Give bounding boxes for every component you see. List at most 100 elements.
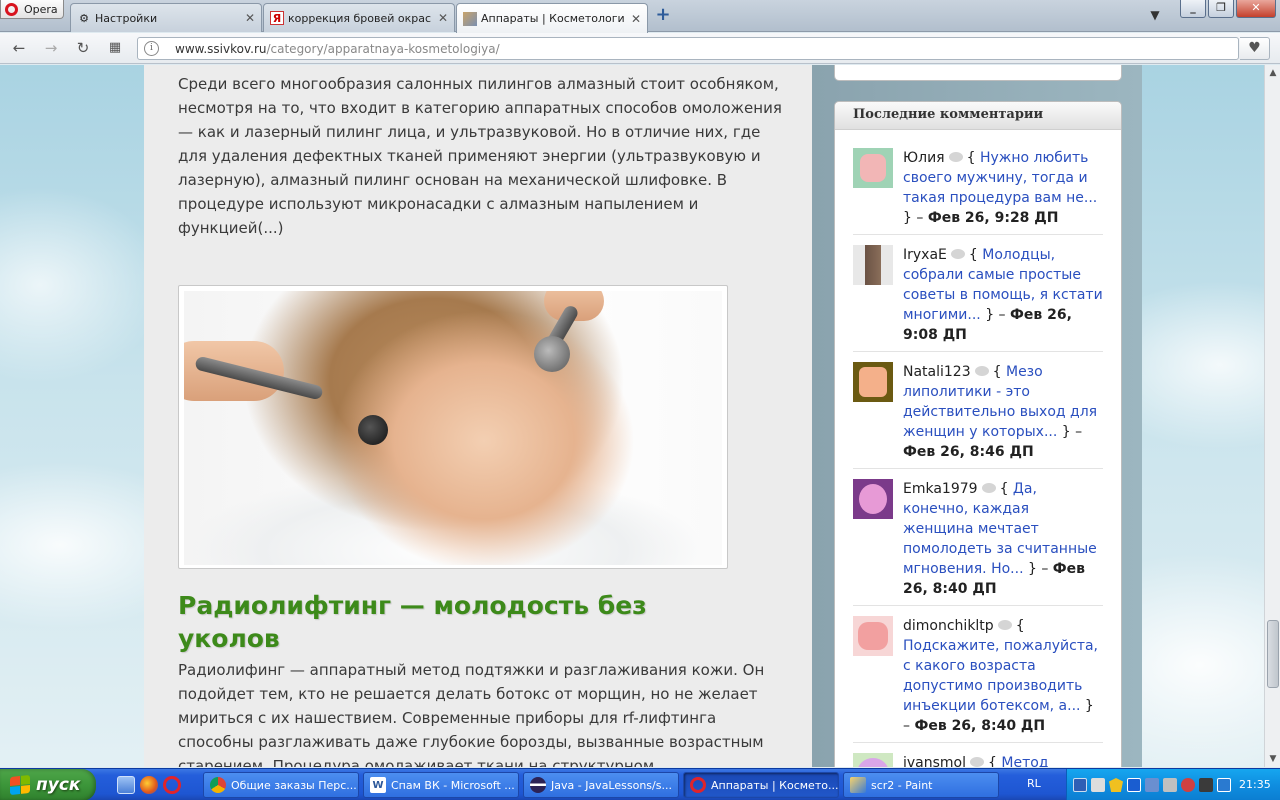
identicon-face-icon [859,367,887,397]
site-info-icon[interactable]: i [144,41,159,56]
new-tab-button[interactable]: + [652,6,674,26]
main-content: Среди всего многообразия салонных пилинг… [144,65,812,767]
close-tab-icon[interactable]: ✕ [631,12,641,26]
speech-bubble-icon [970,757,985,767]
avatar[interactable] [853,362,893,402]
system-tray: 21:35 [1066,769,1280,800]
comment-item: dimonchikltp{ Подскажите, пожалуйста, с … [853,606,1103,743]
tray-app-icon[interactable] [1181,778,1195,792]
task-title: Общие заказы Перс... [231,778,357,792]
task-title: Java - JavaLessons/s... [551,778,672,792]
opera-quicklaunch-icon[interactable] [163,776,181,794]
taskbar-item[interactable]: W Спам ВК - Microsoft ... [363,772,519,798]
url-path: /category/apparatnaya-kosmetologiya/ [266,41,500,56]
forward-button[interactable]: → [40,38,62,58]
back-button[interactable]: ← [8,38,30,58]
comment-item: Юлия{ Нужно любить своего мужчину, тогда… [853,138,1103,235]
post-excerpt: Среди всего многообразия салонных пилинг… [178,75,782,237]
identicon-face-icon [857,758,889,767]
comment-author: IryxaE [903,247,947,263]
windows-logo-icon [10,774,30,796]
tab-menu-button[interactable]: ▼ [1146,8,1164,24]
taskbar-item[interactable]: Java - JavaLessons/s... [523,772,679,798]
tray-app-icon[interactable] [1217,778,1231,792]
site-favicon [463,11,477,26]
start-button[interactable]: пуск [0,769,96,800]
sidebar: Последние комментарии Юлия{ Нужно любить… [812,65,1142,767]
avatar[interactable] [853,148,893,188]
previous-widget-bottom [834,65,1122,81]
speed-dial-icon[interactable]: ▦ [104,38,126,58]
tab-settings[interactable]: ⚙ Настройки ✕ [70,3,262,32]
speaker-icon[interactable] [1091,778,1105,792]
comment-item: IryxaE{ Молодцы, собрали самые простые с… [853,235,1103,352]
tab-title: коррекция бровей окраска [288,11,432,25]
avatar[interactable] [853,479,893,519]
url-host: www.ssivkov.ru [175,41,267,56]
comment-date: Фев 26, 8:40 ДП [914,718,1046,734]
post-thumbnail[interactable] [178,285,728,569]
tab-title: Настройки [95,11,158,25]
taskbar-item[interactable]: scr2 - Paint [843,772,999,798]
comment-item: ivansmol{ Метод действенный и из всех со… [853,743,1103,767]
recent-comments-widget: Последние комментарии Юлия{ Нужно любить… [834,101,1122,767]
identicon-face-icon [858,622,888,650]
taskbar-item[interactable]: Общие заказы Перс... [203,772,359,798]
tab-bar: Opera ⚙ Настройки ✕ Я коррекция бровей о… [0,0,1280,33]
comment-author: Emka1979 [903,481,978,497]
tab-yandex-search[interactable]: Я коррекция бровей окраска ✕ [263,3,455,32]
comment-item: Natali123{ Мезо липолитики - это действи… [853,352,1103,469]
comment-link[interactable]: Подскажите, пожалуйста, с какого возраст… [903,638,1098,714]
opera-icon [690,777,706,793]
speech-bubble-icon [974,366,989,376]
language-indicator[interactable]: RL [1027,777,1041,790]
avatar[interactable] [853,753,893,767]
clock[interactable]: 21:35 [1239,778,1271,791]
device-tip-right [534,336,570,372]
tab-title: Аппараты | Косметология [481,12,625,25]
opera-menu-button[interactable]: Opera [0,0,64,19]
tray-app-icon[interactable] [1163,778,1177,792]
page-scrollbar[interactable]: ▲ ▼ [1264,65,1280,767]
reload-button[interactable]: ↻ [72,38,94,58]
gear-icon: ⚙ [79,11,89,25]
radiolifting-photo [184,291,722,565]
close-tab-icon[interactable]: ✕ [245,11,255,25]
scroll-down-arrow-icon[interactable]: ▼ [1265,751,1280,767]
chrome-icon [210,777,226,793]
bluetooth-icon[interactable] [1127,778,1141,792]
page-viewport: Среди всего многообразия салонных пилинг… [0,65,1264,767]
tray-app-icon[interactable] [1199,778,1213,792]
speech-bubble-icon [981,483,996,493]
bookmark-heart-icon[interactable]: ♥ [1240,37,1270,60]
avatar[interactable] [853,616,893,656]
scroll-up-arrow-icon[interactable]: ▲ [1265,65,1280,81]
task-title: Спам ВК - Microsoft ... [391,778,515,792]
network-icon[interactable] [1073,778,1087,792]
speech-bubble-icon [997,620,1012,630]
post-title-link[interactable]: Радиолифтинг — молодость без уколов [178,589,738,655]
eclipse-icon [530,777,546,793]
scrollbar-thumb[interactable] [1267,620,1279,688]
yandex-icon: Я [270,11,284,25]
speech-bubble-icon [950,249,965,259]
tab-apparaty[interactable]: Аппараты | Косметология ✕ [456,3,648,33]
security-shield-icon[interactable] [1109,778,1123,792]
address-bar[interactable]: i www.ssivkov.ru/category/apparatnaya-ko… [137,37,1239,60]
taskbar-item-active[interactable]: Аппараты | Космето... [683,772,839,798]
close-window-button[interactable]: ✕ [1236,0,1276,18]
firefox-icon[interactable] [140,776,158,794]
avatar[interactable] [853,245,893,285]
usb-device-icon[interactable] [1145,778,1159,792]
comment-author: dimonchikltp [903,618,994,634]
comment-author: Natali123 [903,364,971,380]
task-title: scr2 - Paint [871,778,933,792]
comment-author: Юлия [903,150,945,166]
speech-bubble-icon [948,152,963,162]
minimize-button[interactable]: _ [1180,0,1206,18]
start-label: пуск [36,775,81,795]
maximize-button[interactable]: ❐ [1208,0,1234,18]
show-desktop-icon[interactable] [117,776,135,794]
close-tab-icon[interactable]: ✕ [438,11,448,25]
windows-taskbar: пуск Общие заказы Перс... W Спам ВК - Mi… [0,768,1280,800]
